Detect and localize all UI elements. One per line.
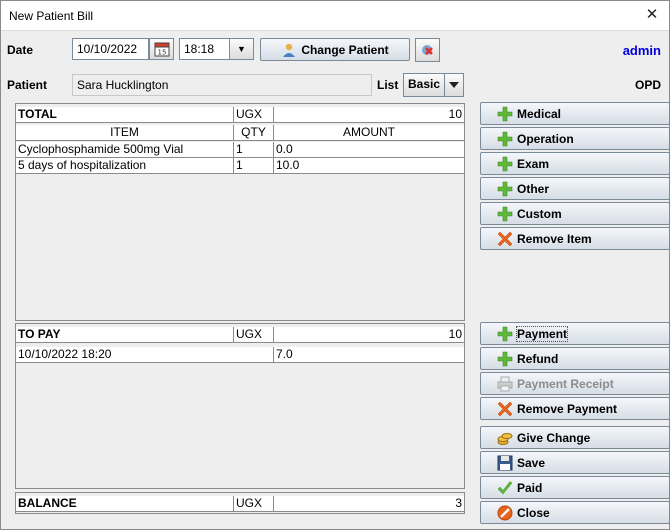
user-label: admin	[622, 43, 661, 58]
checkmark-icon	[497, 480, 513, 496]
plus-icon	[497, 206, 513, 222]
plus-icon	[497, 131, 513, 147]
column-qty: QTY	[234, 125, 274, 141]
remove-item-button[interactable]: Remove Item	[480, 227, 670, 250]
exam-label: Exam	[517, 156, 550, 171]
plus-icon	[497, 351, 513, 367]
chevron-down-icon: ▼	[237, 44, 246, 54]
medical-label: Medical	[517, 106, 562, 121]
remove-icon	[497, 231, 513, 247]
items-panel: TOTAL UGX 10 ITEM QTY AMOUNT Cyclophosph…	[15, 103, 465, 321]
list-label: List	[377, 78, 399, 92]
date-label: Date	[7, 43, 34, 57]
payment-button[interactable]: Payment	[480, 322, 670, 345]
items-total-row: TOTAL UGX 10	[16, 107, 464, 123]
floppy-disk-icon	[497, 455, 513, 471]
change-patient-button[interactable]: Change Patient	[260, 38, 410, 61]
item-name: 5 days of hospitalization	[16, 158, 234, 174]
svg-text:15: 15	[157, 49, 166, 57]
remove-patient-icon	[421, 45, 433, 55]
payment-receipt-button[interactable]: Payment Receipt	[480, 372, 670, 395]
cancel-icon	[497, 505, 513, 521]
chevron-down-icon	[449, 82, 459, 88]
price-list-dropdown[interactable]	[444, 73, 464, 97]
price-list-select[interactable]: Basic	[403, 73, 445, 97]
to-pay-row: TO PAY UGX 10	[16, 327, 464, 343]
window-title: New Patient Bill	[9, 9, 94, 23]
change-patient-label: Change Patient	[301, 42, 389, 57]
add-other-button[interactable]: Other	[480, 177, 670, 200]
plus-icon	[497, 326, 513, 342]
item-qty: 1	[234, 142, 274, 158]
add-operation-button[interactable]: Operation	[480, 127, 670, 150]
time-field[interactable]: 18:18	[179, 38, 230, 60]
balance-row: BALANCE UGX 3	[16, 496, 464, 512]
add-exam-button[interactable]: Exam	[480, 152, 670, 175]
table-row[interactable]: 10/10/2022 18:20 7.0	[16, 347, 464, 363]
column-amount: AMOUNT	[274, 125, 464, 141]
remove-item-label: Remove Item	[517, 231, 592, 246]
total-label: TOTAL	[16, 107, 234, 123]
patient-icon	[281, 42, 297, 58]
calendar-button[interactable]: 15	[149, 38, 174, 60]
custom-label: Custom	[517, 206, 562, 221]
payment-receipt-label: Payment Receipt	[517, 376, 614, 391]
total-currency: UGX	[234, 107, 274, 123]
ward-label: OPD	[634, 78, 661, 92]
table-row[interactable]: Cyclophosphamide 500mg Vial 1 0.0	[16, 142, 464, 158]
plus-icon	[497, 156, 513, 172]
to-pay-currency: UGX	[234, 327, 274, 343]
payments-panel: TO PAY UGX 10 10/10/2022 18:20 7.0	[15, 323, 465, 489]
item-qty: 1	[234, 158, 274, 174]
item-amount: 0.0	[274, 142, 464, 158]
to-pay-value: 10	[274, 327, 464, 343]
payment-label: Payment	[515, 325, 569, 342]
balance-currency: UGX	[234, 496, 274, 512]
plus-icon	[497, 181, 513, 197]
save-label: Save	[517, 455, 546, 470]
give-change-button[interactable]: Give Change	[480, 426, 670, 449]
time-dropdown-button[interactable]: ▼	[229, 38, 254, 60]
balance-value: 3	[274, 496, 464, 512]
close-label: Close	[517, 505, 550, 520]
clear-patient-button[interactable]	[415, 38, 440, 62]
payment-amount: 7.0	[274, 347, 464, 363]
remove-payment-label: Remove Payment	[517, 401, 618, 416]
remove-icon	[497, 401, 513, 417]
close-icon[interactable]: ✕	[641, 4, 663, 26]
save-button[interactable]: Save	[480, 451, 670, 474]
column-item: ITEM	[16, 125, 234, 141]
add-custom-button[interactable]: Custom	[480, 202, 670, 225]
refund-button[interactable]: Refund	[480, 347, 670, 370]
operation-label: Operation	[517, 131, 574, 146]
payment-date: 10/10/2022 18:20	[16, 347, 274, 363]
give-change-label: Give Change	[517, 430, 591, 445]
refund-label: Refund	[517, 351, 559, 366]
plus-icon	[497, 106, 513, 122]
date-field[interactable]: 10/10/2022	[72, 38, 149, 60]
paid-label: Paid	[517, 480, 543, 495]
paid-button[interactable]: Paid	[480, 476, 670, 499]
item-name: Cyclophosphamide 500mg Vial	[16, 142, 234, 158]
other-label: Other	[517, 181, 550, 196]
total-value: 10	[274, 107, 464, 123]
remove-payment-button[interactable]: Remove Payment	[480, 397, 670, 420]
close-button[interactable]: Close	[480, 501, 670, 524]
to-pay-label: TO PAY	[16, 327, 234, 343]
balance-panel: BALANCE UGX 3	[15, 492, 465, 514]
patient-label: Patient	[7, 78, 48, 92]
new-patient-bill-window: New Patient Bill ✕ Date 10/10/2022 15 18…	[0, 0, 670, 530]
balance-label: BALANCE	[16, 496, 234, 512]
items-header-row: ITEM QTY AMOUNT	[16, 125, 464, 141]
add-medical-button[interactable]: Medical	[480, 102, 670, 125]
calendar-icon: 15	[154, 42, 169, 57]
coins-icon	[497, 430, 513, 446]
title-bar: New Patient Bill ✕	[1, 1, 669, 31]
patient-name-field: Sara Hucklington	[72, 74, 372, 96]
item-amount: 10.0	[274, 158, 464, 174]
table-row[interactable]: 5 days of hospitalization 1 10.0	[16, 158, 464, 174]
printer-icon	[497, 376, 513, 392]
